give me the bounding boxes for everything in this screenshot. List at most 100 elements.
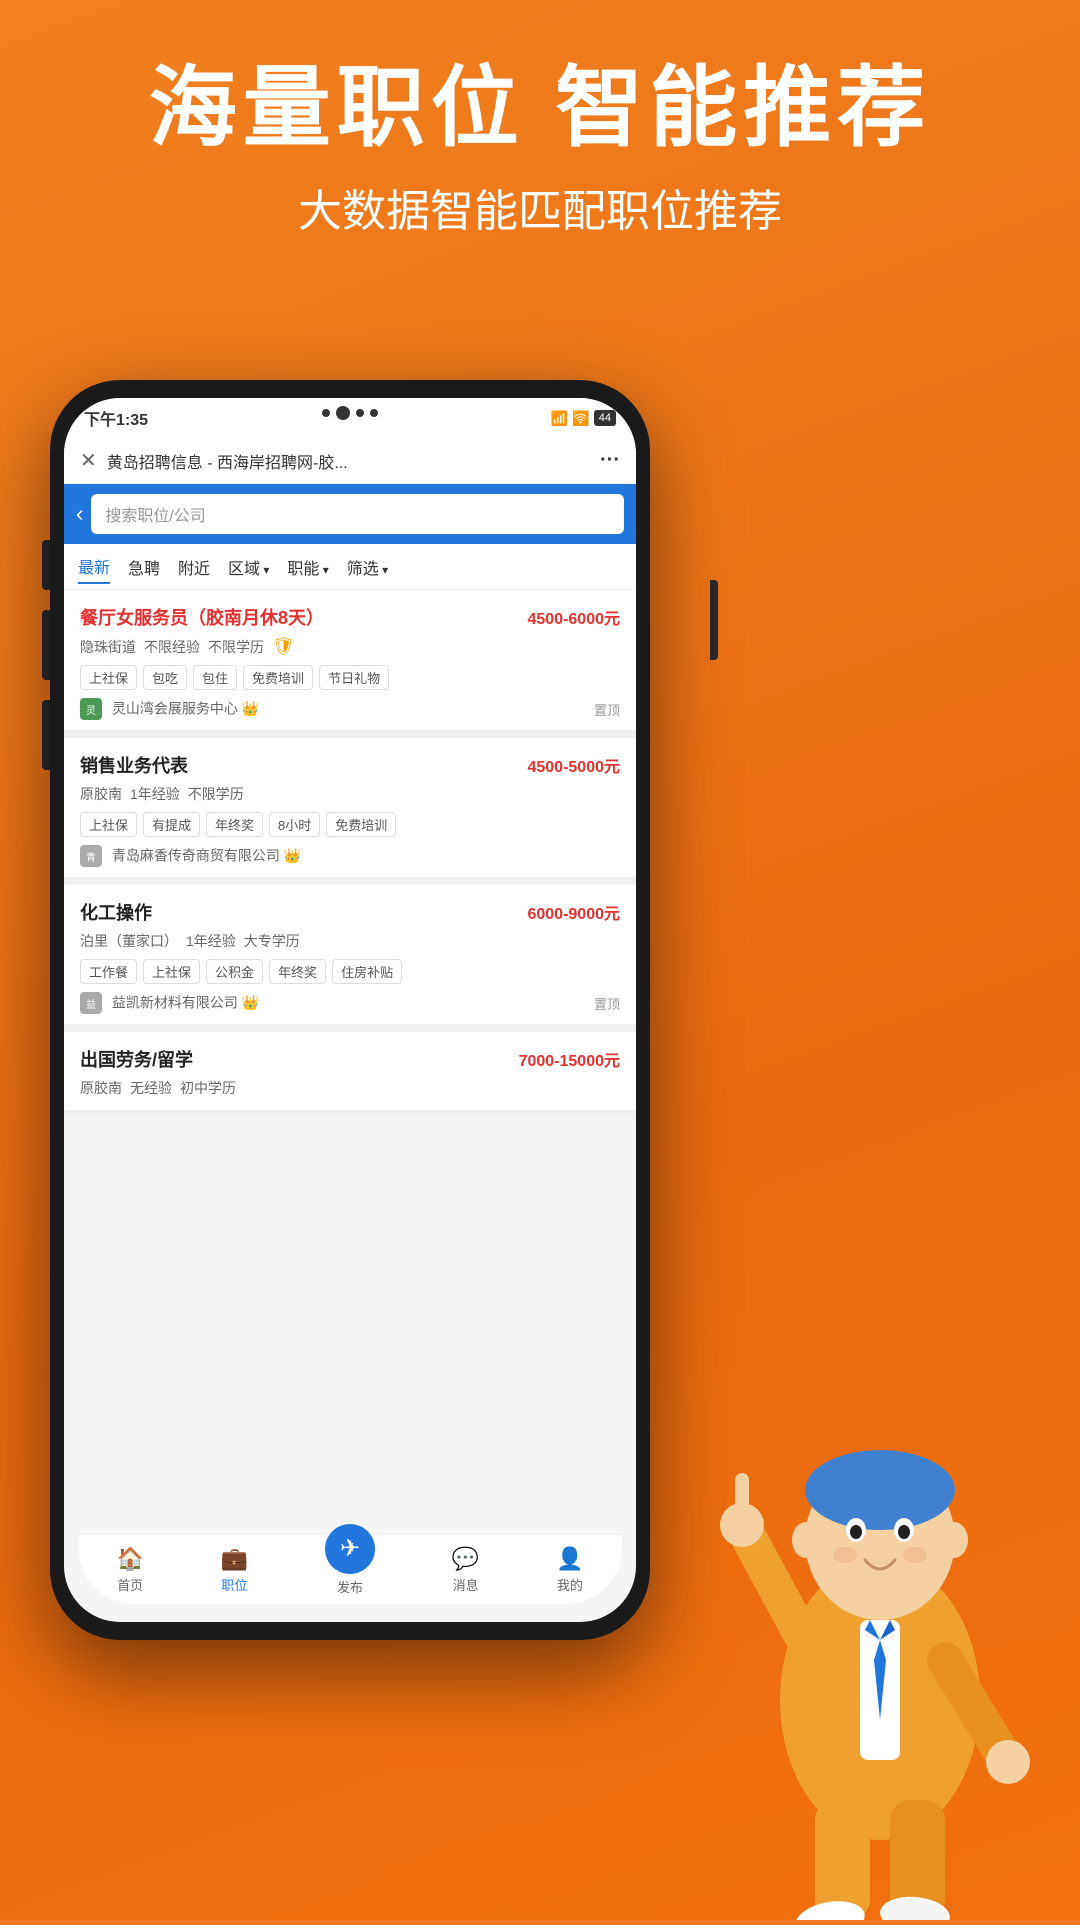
company-logo-1: 灵 bbox=[80, 698, 102, 720]
company-name-1: 灵山湾会展服务中心 bbox=[112, 701, 238, 717]
wifi-icon: 🛜 bbox=[572, 410, 589, 427]
tag-1-3: 包住 bbox=[193, 665, 237, 690]
search-input[interactable]: 搜索职位/公司 bbox=[91, 494, 624, 534]
nav-home[interactable]: 🏠 首页 bbox=[116, 1546, 143, 1594]
camera-lens bbox=[336, 406, 350, 420]
nav-publish[interactable]: ✈ 发布 bbox=[325, 1544, 375, 1596]
search-back-button[interactable]: ‹ bbox=[76, 501, 83, 527]
volume-down-button bbox=[42, 610, 50, 680]
browser-bar[interactable]: ✕ 黄岛招聘信息 - 西海岸招聘网-胶... ··· bbox=[64, 438, 636, 484]
tag-3-3: 公积金 bbox=[206, 959, 263, 984]
browser-title: 黄岛招聘信息 - 西海岸招聘网-胶... bbox=[107, 449, 590, 473]
silent-button bbox=[42, 700, 50, 770]
job-card-3[interactable]: 化工操作 6000-9000元 泊里（董家口） 1年经验 大专学历 工作餐 上社… bbox=[64, 885, 636, 1024]
job-location-4: 原胶南 bbox=[80, 1078, 122, 1098]
job-info-2: 原胶南 1年经验 不限学历 bbox=[80, 784, 620, 804]
battery-icon: 44 bbox=[594, 410, 616, 426]
filter-tab-filter[interactable]: 筛选 bbox=[347, 551, 388, 583]
camera-dot2 bbox=[356, 409, 364, 417]
job-card-4[interactable]: 出国劳务/留学 7000-15000元 原胶南 无经验 初中学历 bbox=[64, 1032, 636, 1110]
job-tags-1: 上社保 包吃 包住 免费培训 节日礼物 bbox=[80, 665, 620, 690]
header-main-title: 海量职位 智能推荐 bbox=[0, 60, 1080, 157]
camera-dot bbox=[322, 409, 330, 417]
screen-content: ✕ 黄岛招聘信息 - 西海岸招聘网-胶... ··· ‹ 搜索职位/公司 最新 … bbox=[64, 438, 636, 1552]
company-name-3: 益凯新材料有限公司 bbox=[112, 995, 238, 1011]
job-title-4: 出国劳务/留学 bbox=[80, 1046, 193, 1072]
nav-jobs-label: 职位 bbox=[221, 1575, 247, 1594]
job-exp-2: 1年经验 bbox=[130, 784, 180, 804]
job-title-3: 化工操作 bbox=[80, 899, 152, 925]
job-info-4: 原胶南 无经验 初中学历 bbox=[80, 1078, 620, 1098]
tag-3-5: 住房补贴 bbox=[332, 959, 402, 984]
search-area: ‹ 搜索职位/公司 bbox=[64, 484, 636, 544]
publish-icon: ✈ bbox=[325, 1524, 375, 1574]
job-title-2: 销售业务代表 bbox=[80, 752, 188, 778]
company-logo-3: 益 bbox=[80, 992, 102, 1014]
job-info-3: 泊里（董家口） 1年经验 大专学历 bbox=[80, 931, 620, 951]
filter-tab-role[interactable]: 职能 bbox=[287, 551, 328, 583]
status-icons: 📶 🛜 44 bbox=[551, 410, 616, 427]
job-location-2: 原胶南 bbox=[80, 784, 122, 804]
tag-3-4: 年终奖 bbox=[269, 959, 326, 984]
status-time: 下午1:35 bbox=[84, 406, 148, 430]
camera-dot3 bbox=[370, 409, 378, 417]
home-icon: 🏠 bbox=[116, 1546, 143, 1572]
job-card-2[interactable]: 销售业务代表 4500-5000元 原胶南 1年经验 不限学历 上社保 有提成 … bbox=[64, 738, 636, 877]
camera-area bbox=[322, 406, 378, 420]
company-logo-2: 青 bbox=[80, 845, 102, 867]
tag-2-2: 有提成 bbox=[143, 812, 200, 837]
browser-close-button[interactable]: ✕ bbox=[80, 448, 97, 473]
tag-2-1: 上社保 bbox=[80, 812, 137, 837]
search-placeholder: 搜索职位/公司 bbox=[105, 508, 205, 525]
nav-messages-label: 消息 bbox=[453, 1575, 479, 1594]
job-tags-3: 工作餐 上社保 公积金 年终奖 住房补贴 bbox=[80, 959, 620, 984]
crown-icon-1: 👑 bbox=[242, 701, 259, 717]
tag-3-1: 工作餐 bbox=[80, 959, 137, 984]
job-edu-2: 不限学历 bbox=[188, 784, 244, 804]
job-edu-3: 大专学历 bbox=[244, 931, 300, 951]
tag-1-2: 包吃 bbox=[143, 665, 187, 690]
verified-icon-1: 🛡 bbox=[272, 636, 295, 657]
tag-2-4: 8小时 bbox=[269, 812, 320, 837]
jobs-icon: 💼 bbox=[221, 1546, 248, 1572]
filter-tab-area[interactable]: 区域 bbox=[228, 551, 269, 583]
tag-1-5: 节日礼物 bbox=[319, 665, 389, 690]
crown-icon-2: 👑 bbox=[284, 848, 301, 864]
top-badge-1: 置顶 bbox=[594, 700, 620, 719]
signal-icon: 📶 bbox=[551, 410, 568, 427]
filter-tab-urgent[interactable]: 急聘 bbox=[128, 551, 160, 583]
job-card-1[interactable]: 餐厅女服务员（胶南月休8天） 4500-6000元 隐珠街道 不限经验 不限学历… bbox=[64, 590, 636, 730]
jobs-area: 餐厅女服务员（胶南月休8天） 4500-6000元 隐珠街道 不限经验 不限学历… bbox=[64, 590, 636, 1118]
character-illustration bbox=[670, 1220, 1080, 1920]
browser-more-button[interactable]: ··· bbox=[600, 449, 620, 472]
job-company-2: 青 青岛麻香传奇商贸有限公司 👑 bbox=[80, 845, 620, 867]
filter-tab-nearby[interactable]: 附近 bbox=[178, 551, 210, 583]
job-salary-1: 4500-6000元 bbox=[527, 605, 620, 629]
nav-profile[interactable]: 👤 我的 bbox=[556, 1546, 583, 1594]
job-edu-1: 不限学历 bbox=[208, 637, 264, 657]
filter-tab-latest[interactable]: 最新 bbox=[78, 550, 110, 584]
tag-1-1: 上社保 bbox=[80, 665, 137, 690]
job-salary-3: 6000-9000元 bbox=[527, 900, 620, 924]
crown-icon-3: 👑 bbox=[242, 995, 259, 1011]
job-edu-4: 初中学历 bbox=[180, 1078, 236, 1098]
nav-profile-label: 我的 bbox=[557, 1575, 583, 1594]
job-salary-2: 4500-5000元 bbox=[527, 753, 620, 777]
job-location-3: 泊里（董家口） bbox=[80, 931, 178, 951]
tag-2-3: 年终奖 bbox=[206, 812, 263, 837]
job-title-1: 餐厅女服务员（胶南月休8天） bbox=[80, 604, 324, 630]
header-sub-title: 大数据智能匹配职位推荐 bbox=[0, 175, 1080, 239]
message-icon: 💬 bbox=[452, 1546, 479, 1572]
phone-screen: 下午1:35 📶 🛜 44 ✕ 黄岛招聘信息 - 西海岸招聘网-胶... ··· bbox=[64, 398, 636, 1622]
nav-publish-label: 发布 bbox=[337, 1577, 363, 1596]
company-name-2: 青岛麻香传奇商贸有限公司 bbox=[112, 848, 280, 864]
filter-tabs: 最新 急聘 附近 区域 职能 筛选 bbox=[64, 544, 636, 590]
bottom-nav: 🏠 首页 💼 职位 ✈ 发布 💬 消息 👤 我的 bbox=[78, 1534, 622, 1604]
job-info-1: 隐珠街道 不限经验 不限学历 🛡 bbox=[80, 636, 620, 657]
power-button bbox=[710, 580, 718, 660]
nav-jobs[interactable]: 💼 职位 bbox=[221, 1546, 248, 1594]
header-area: 海量职位 智能推荐 大数据智能匹配职位推荐 bbox=[0, 60, 1080, 239]
job-exp-3: 1年经验 bbox=[186, 931, 236, 951]
nav-messages[interactable]: 💬 消息 bbox=[452, 1546, 479, 1594]
job-exp-4: 无经验 bbox=[130, 1078, 172, 1098]
